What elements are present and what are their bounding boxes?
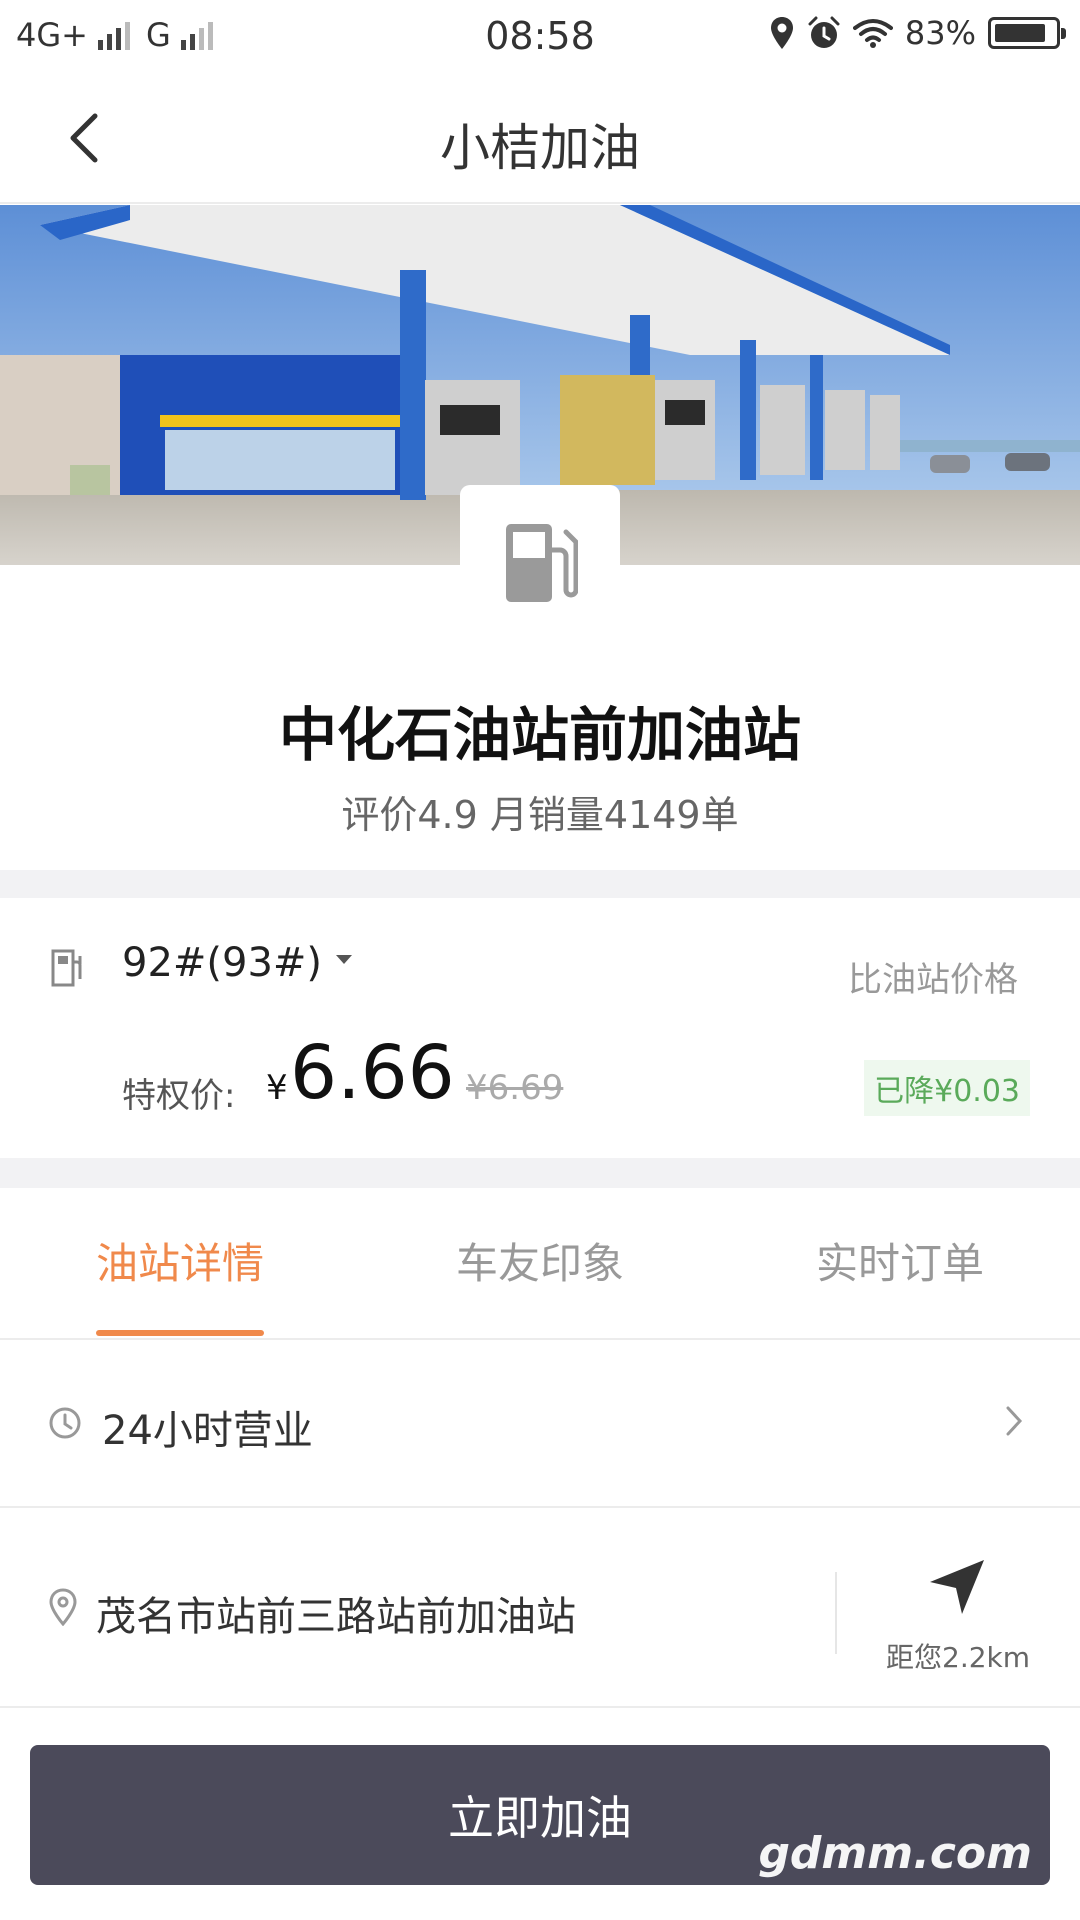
watermark: gdmm.com	[758, 1828, 1032, 1879]
detail-tabs: 油站详情 车友印象 实时订单	[0, 1188, 1080, 1340]
fuel-grade-selector[interactable]: 92#(93#)	[122, 940, 353, 986]
station-logo	[460, 485, 620, 640]
caret-down-icon	[336, 954, 353, 964]
fuel-station-icon	[51, 949, 82, 987]
tab-live-orders[interactable]: 实时订单	[816, 1230, 984, 1291]
compare-station-price-link[interactable]: 比油站价格	[848, 952, 1018, 1001]
tab-station-details[interactable]: 油站详情	[96, 1230, 264, 1291]
chevron-right-icon	[1006, 1406, 1023, 1436]
price-currency: ¥	[266, 1068, 288, 1108]
active-tab-indicator	[96, 1330, 264, 1336]
station-rating-sales: 评价4.9 月销量4149单	[341, 793, 739, 837]
station-name: 中化石油站前加油站	[278, 701, 801, 769]
battery-icon	[988, 17, 1066, 49]
wifi-icon	[852, 19, 893, 48]
location-pin-icon	[49, 1588, 77, 1626]
address-row: 茂名市站前三路站前加油站 距您2.2km	[0, 1508, 1080, 1708]
privilege-price-label: 特权价:	[122, 1076, 236, 1116]
fuel-grade-label: 92#(93#)	[122, 940, 323, 986]
vertical-divider	[835, 1572, 837, 1654]
fuel-pump-icon	[506, 523, 578, 602]
battery-percent: 83%	[904, 14, 976, 52]
clock-icon	[49, 1407, 81, 1439]
tab-driver-impressions[interactable]: 车友印象	[456, 1230, 624, 1291]
status-bar: 4G+ G 08:58 83%	[0, 0, 1080, 72]
navigation-bar: 小桔加油	[0, 72, 1080, 204]
business-hours: 24小时营业	[102, 1408, 313, 1454]
section-divider	[0, 870, 1080, 898]
distance-label: 距您2.2km	[886, 1641, 1031, 1674]
section-divider	[0, 1158, 1080, 1188]
station-address: 茂名市站前三路站前加油站	[96, 1594, 576, 1640]
original-price: ¥6.69	[466, 1068, 564, 1108]
navigate-arrow-icon[interactable]	[926, 1556, 988, 1618]
page-title: 小桔加油	[440, 119, 640, 177]
business-hours-row[interactable]: 24小时营业	[0, 1342, 1080, 1508]
alarm-icon	[808, 16, 840, 48]
discount-badge: 已降¥0.03	[864, 1060, 1030, 1116]
privilege-price: 6.66	[290, 1030, 455, 1116]
system-icons: 83%	[769, 14, 1066, 52]
battery-level-fill	[995, 24, 1045, 42]
location-icon	[770, 17, 793, 49]
